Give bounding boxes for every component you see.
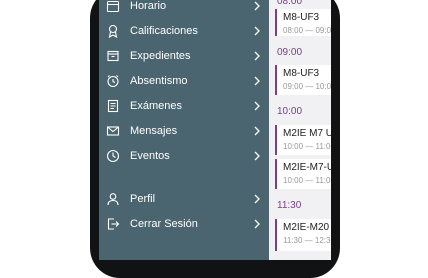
entry-title: M8-UF3 [283,12,320,23]
chevron-right-icon [253,1,261,11]
menu-item-mensajes[interactable]: Mensajes [99,118,269,143]
menu-item-label: Horario [130,0,167,12]
chevron-right-icon [253,126,261,136]
menu-item-label: Mensajes [130,124,178,137]
entry-title: M2IE-M7-UF [283,162,331,173]
entry-time: 11:30 — 12:30 [283,236,331,245]
menu-item-label: Absentismo [130,74,188,87]
entry-title: M2IE M7 UF [283,128,331,139]
schedule-entry[interactable]: M8-UF3 08:00 — 09:00 [275,9,331,36]
schedule-entry[interactable]: M2IE-M7-UF 10:00 — 11:00 [275,159,331,189]
entry-time: 10:00 — 11:00 [283,142,331,151]
menu-item-perfil[interactable]: Perfil [99,186,269,211]
schedule-entry[interactable]: M2IE M7 UF 10:00 — 11:00 [275,125,331,155]
schedule-entry[interactable]: M2IE-M20 11:30 — 12:30 [275,219,331,251]
menu-item-examenes[interactable]: Exámenes [99,93,269,118]
chevron-right-icon [253,51,261,61]
chevron-right-icon [253,151,261,161]
time-slot-header: 11:30 [277,199,302,211]
time-slot-header: 09:00 [277,46,303,58]
menu-item-label: Calificaciones [130,24,198,37]
menu-item-cerrar-sesion[interactable]: Cerrar Sesión [99,211,269,236]
entry-title: M8-UF3 [283,68,320,79]
menu-item-expedientes[interactable]: Expedientes [99,43,269,68]
entry-time: 08:00 — 09:00 [283,26,331,35]
menu-item-absentismo[interactable]: Absentismo [99,68,269,93]
entry-time: 10:00 — 11:00 [283,176,331,185]
clock-icon [106,149,120,163]
envelope-icon [106,124,120,138]
menu-item-eventos[interactable]: Eventos [99,143,269,168]
chevron-right-icon [253,194,261,204]
menu-item-label: Cerrar Sesión [130,217,198,230]
chevron-right-icon [253,101,261,111]
exam-icon [106,99,120,113]
menu-item-label: Expedientes [130,49,191,62]
person-icon [106,192,120,206]
entry-time: 09:00 — 10:00 [283,82,331,91]
folder-icon [106,49,120,63]
schedule-list: 08:00 M8-UF3 08:00 — 09:00 09:00 M8-UF3 … [269,0,331,260]
side-drawer: Horario Calificaciones Expedientes Absen… [99,0,269,260]
chevron-right-icon [253,76,261,86]
menu-item-label: Exámenes [130,99,182,112]
alarm-clock-icon [106,74,120,88]
menu-item-calificaciones[interactable]: Calificaciones [99,18,269,43]
award-icon [106,24,120,38]
time-slot-header: 10:00 [277,105,303,117]
calendar-icon [106,0,120,13]
menu-item-horario[interactable]: Horario [99,0,269,18]
logout-icon [106,217,120,231]
menu-item-label: Perfil [130,192,156,205]
entry-title: M2IE-M20 [283,222,330,233]
chevron-right-icon [253,219,261,229]
app-screen: Horario Calificaciones Expedientes Absen… [99,0,331,260]
chevron-right-icon [253,26,261,36]
menu-item-label: Eventos [130,149,170,162]
schedule-entry[interactable]: M8-UF3 09:00 — 10:00 [275,65,331,95]
